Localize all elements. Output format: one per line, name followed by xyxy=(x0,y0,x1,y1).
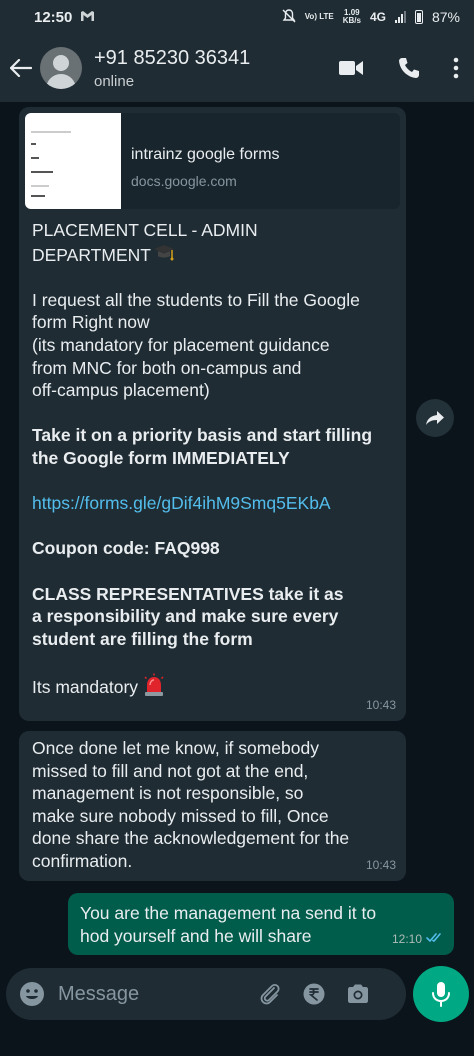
link-preview-domain: docs.google.com xyxy=(131,172,237,189)
status-indicators: Vo) LTE 1.09 KB/s 4G 87% xyxy=(282,9,460,26)
message-line: Its mandatory xyxy=(32,676,139,697)
presence-status: online xyxy=(94,72,135,90)
contact-name: +91 85230 36341 xyxy=(94,46,251,69)
message-line-bold: student are filling the form xyxy=(32,628,253,649)
system-nav-bar xyxy=(0,1026,474,1056)
message-line: (its mandatory for placement guidance xyxy=(32,334,330,355)
more-options-icon[interactable] xyxy=(438,48,474,88)
message-line: DEPARTMENT xyxy=(32,244,151,265)
message-line: You are the management na send it to xyxy=(80,903,377,923)
incoming-message[interactable]: Once done let me know, if somebody misse… xyxy=(19,731,406,881)
signal-icon xyxy=(394,11,406,23)
message-time: 10:43 xyxy=(365,698,396,713)
link-preview-thumbnail xyxy=(25,113,121,209)
network-speed-unit: KB/s xyxy=(342,16,361,25)
coupon-code: Coupon code: FAQ998 xyxy=(32,538,220,559)
message-line: hod yourself and he will share xyxy=(80,925,312,946)
message-text: PLACEMENT CELL - ADMIN DEPARTMENT I requ… xyxy=(19,209,406,698)
siren-icon xyxy=(142,673,166,697)
message-time: 10:43 xyxy=(365,858,396,873)
message-meta: 12:10 xyxy=(392,928,444,951)
status-time: 12:50 xyxy=(34,8,73,26)
battery-icon xyxy=(414,10,423,24)
message-line-bold: the Google form IMMEDIATELY xyxy=(32,447,290,468)
message-line-bold: Take it on a priority basis and start fi… xyxy=(32,425,373,446)
contact-info[interactable]: +91 85230 36341 online xyxy=(94,47,250,90)
message-line: make sure nobody missed to fill, Once xyxy=(32,805,329,826)
message-line: form Right now xyxy=(32,312,150,333)
message-line: Once done let me know, if somebody xyxy=(32,738,319,758)
rupee-payment-icon[interactable] xyxy=(292,968,336,1020)
video-call-icon[interactable] xyxy=(322,48,380,88)
forward-icon[interactable] xyxy=(416,399,454,437)
message-line: PLACEMENT CELL - ADMIN xyxy=(32,220,258,240)
gmail-icon xyxy=(80,9,95,25)
link-preview[interactable]: intrainz google forms docs.google.com xyxy=(25,113,400,209)
emoji-icon[interactable] xyxy=(6,968,58,1020)
back-arrow-icon[interactable] xyxy=(2,53,40,84)
composer xyxy=(6,968,406,1020)
chat-area[interactable]: intrainz google forms docs.google.com PL… xyxy=(0,102,474,962)
status-bar: 12:50 Vo) LTE 1.09 KB/s 4G 87% xyxy=(0,0,474,34)
phone-call-icon[interactable] xyxy=(380,48,438,88)
header-actions xyxy=(322,48,474,88)
message-line: done share the acknowledgement for the xyxy=(32,828,350,849)
link-preview-title: intrainz google forms xyxy=(131,146,280,163)
message-line: I request all the students to Fill the G… xyxy=(32,289,360,310)
message-line-bold: CLASS REPRESENTATIVES take it as xyxy=(32,583,344,604)
chat-header: +91 85230 36341 online xyxy=(0,34,474,102)
battery-level: 87% xyxy=(431,9,460,25)
outgoing-message[interactable]: You are the management na send it to hod… xyxy=(68,893,454,955)
network-speed: 1.09 KB/s xyxy=(343,9,361,25)
network-type: 4G xyxy=(369,10,386,24)
message-input[interactable] xyxy=(58,982,248,1006)
camera-icon[interactable] xyxy=(336,968,380,1020)
mic-icon[interactable] xyxy=(413,966,469,1022)
double-check-read-icon xyxy=(426,928,444,951)
message-line-bold: a responsibility and make sure every xyxy=(32,606,339,627)
message-line: management is not responsible, so xyxy=(32,783,304,804)
message-time: 12:10 xyxy=(391,932,422,947)
attach-icon[interactable] xyxy=(248,968,292,1020)
mute-icon xyxy=(282,8,296,26)
form-link[interactable]: https://forms.gle/gDif4ihM9Smq5EKbA xyxy=(32,492,393,515)
message-line: from MNC for both on-campus and xyxy=(32,357,302,378)
incoming-message[interactable]: intrainz google forms docs.google.com PL… xyxy=(19,107,406,721)
message-line: confirmation. xyxy=(32,850,133,871)
message-line: missed to fill and not got at the end, xyxy=(32,760,309,781)
message-line: off-campus placement) xyxy=(32,380,210,401)
volte-indicator: Vo) LTE xyxy=(304,12,334,21)
avatar[interactable] xyxy=(40,47,82,89)
graduation-cap-icon xyxy=(153,242,174,262)
